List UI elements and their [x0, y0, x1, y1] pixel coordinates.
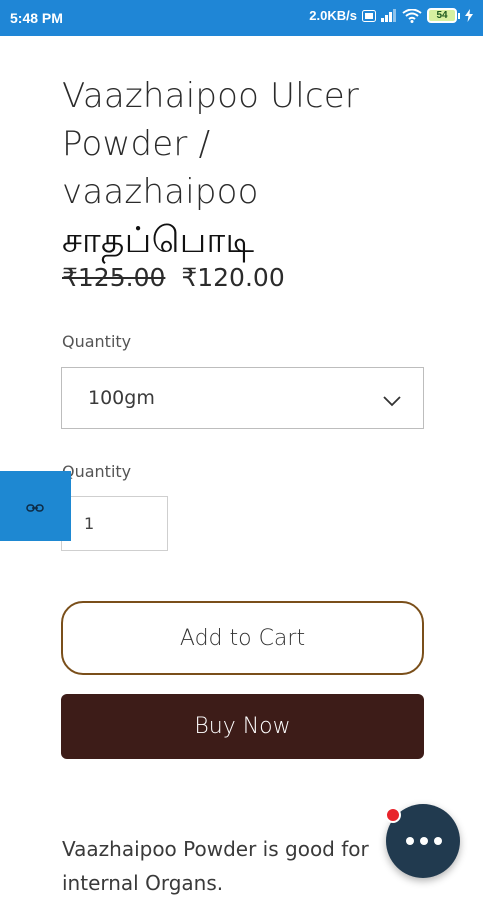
- network-speed: 2.0KB/s: [309, 8, 357, 23]
- status-indicators: 2.0KB/s 54: [309, 8, 473, 23]
- price-row: ₹125.00 ₹120.00: [62, 263, 285, 292]
- status-time: 5:48 PM: [10, 10, 63, 26]
- product-title-line-3: vaazhaipoo: [62, 172, 259, 212]
- notification-badge: [385, 807, 401, 823]
- product-title-tamil: சாதப்பொடி: [62, 220, 255, 261]
- wifi-icon: [402, 8, 422, 23]
- charging-icon: [465, 9, 473, 22]
- battery-icon: 54: [427, 8, 460, 23]
- quantity-input[interactable]: [61, 496, 168, 551]
- description-line-2: internal Organs.: [62, 871, 224, 895]
- more-dots-icon: [406, 837, 442, 845]
- signal-icon: [381, 9, 397, 22]
- product-title-line-2: Powder /: [62, 124, 211, 164]
- chevron-down-icon: [383, 392, 401, 411]
- link-icon: [26, 499, 44, 518]
- battery-level: 54: [427, 8, 457, 23]
- buy-now-button[interactable]: Buy Now: [61, 694, 424, 759]
- status-bar: 5:48 PM 2.0KB/s 54: [0, 0, 483, 36]
- quantity-label: Quantity: [62, 462, 132, 481]
- description-line-1: Vaazhaipoo Powder is good for: [62, 837, 369, 861]
- weight-dropdown-value: 100gm: [88, 387, 155, 409]
- product-title-line-1: Vaazhaipoo Ulcer: [62, 76, 360, 116]
- volte-icon: [362, 9, 376, 22]
- add-to-cart-button[interactable]: Add to Cart: [61, 601, 424, 675]
- weight-dropdown[interactable]: 100gm: [61, 367, 424, 429]
- original-price: ₹125.00: [62, 263, 166, 292]
- weight-option-label: Quantity: [62, 332, 132, 351]
- product-title: Vaazhaipoo Ulcer Powder / vaazhaipoo சாத…: [62, 72, 442, 266]
- side-tab-button[interactable]: [0, 471, 71, 541]
- product-description: Vaazhaipoo Powder is good for internal O…: [62, 832, 402, 900]
- sale-price: ₹120.00: [181, 263, 285, 292]
